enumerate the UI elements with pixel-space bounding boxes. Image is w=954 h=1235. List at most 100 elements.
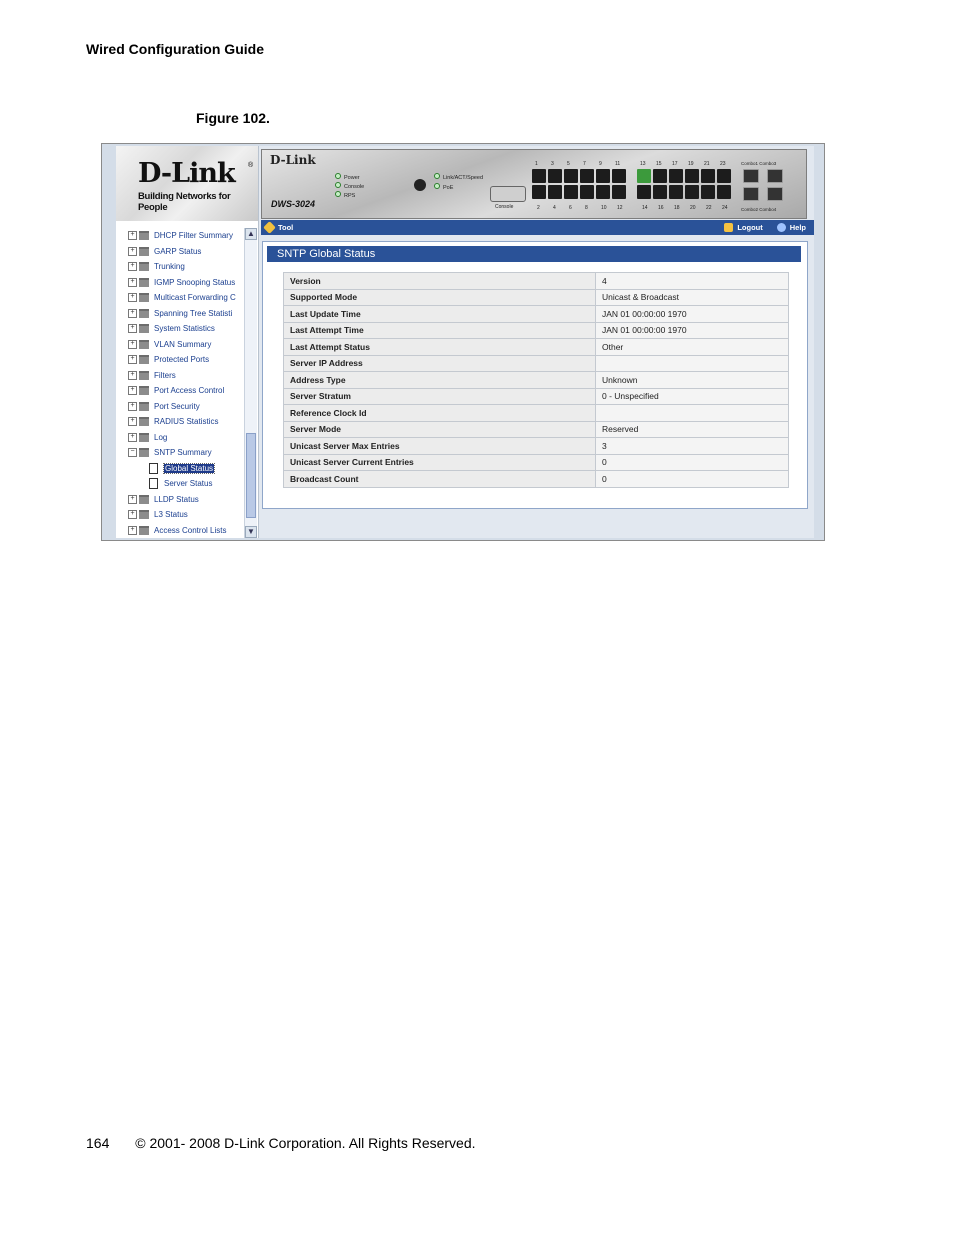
expand-icon[interactable]: + [128,370,137,380]
tree-item-igmp-snooping-status[interactable]: + IGMP Snooping Status [116,275,244,291]
logout-icon[interactable] [724,223,734,232]
sidebar-scrollbar[interactable]: ▲ ▼ [244,228,257,538]
sntp-status-table: Version 4 Supported Mode Unicast & Broadca… [283,272,789,488]
row-label: Address Type [283,371,596,389]
table-row: Server IP Address [283,354,789,372]
expand-icon[interactable]: + [128,293,137,303]
port[interactable] [685,185,699,199]
tree-item-access-control-lists[interactable]: + Access Control Lists [116,523,244,539]
expand-icon[interactable]: + [128,417,137,427]
led-label: RPS [344,193,356,199]
port[interactable] [548,169,562,183]
port[interactable] [701,185,715,199]
logout-button[interactable]: Logout [737,223,762,232]
tree-item-filters[interactable]: + Filters [116,368,244,384]
chevron-up-icon[interactable]: ▲ [245,228,257,240]
tree-item-radius-statistics[interactable]: + RADIUS Statistics [116,414,244,430]
expand-icon[interactable]: + [128,246,137,256]
port[interactable] [637,185,651,199]
port[interactable] [580,169,594,183]
tree-item-dhcp-filter-summary[interactable]: + DHCP Filter Summary [116,228,244,244]
tree-item-label-selected: Global Status [162,462,216,474]
combo-port[interactable] [767,169,783,183]
expand-icon[interactable]: + [128,324,137,334]
page-icon [149,462,158,474]
expand-icon[interactable]: + [128,308,137,318]
combo-port[interactable] [767,187,783,201]
tool-menu-button[interactable]: Tool [263,221,293,234]
scroll-thumb[interactable] [246,433,256,518]
help-button[interactable]: Help [790,223,806,232]
tree-item-sntp-summary[interactable]: − SNTP Summary [116,445,244,461]
tree-item-garp-status[interactable]: + GARP Status [116,244,244,260]
port[interactable] [564,169,578,183]
expand-icon[interactable]: + [128,386,137,396]
port[interactable] [596,185,610,199]
toolbar-actions: Logout Help [724,223,806,232]
port[interactable] [717,169,731,183]
tree-item-spanning-tree-statistics[interactable]: + Spanning Tree Statisti [116,306,244,322]
tree-item-global-status[interactable]: Global Status [116,461,244,477]
tree-item-port-access-control[interactable]: + Port Access Control [116,383,244,399]
port-number: 8 [585,205,588,211]
combo-port[interactable] [743,187,759,201]
tree-item-l3-status[interactable]: + L3 Status [116,507,244,523]
led-label: PoE [443,185,454,191]
expand-icon[interactable]: + [128,277,137,287]
document-header: Wired Configuration Guide [86,41,264,57]
port-number: 12 [617,205,623,211]
port[interactable] [653,169,667,183]
port-number: 19 [688,161,694,167]
tree-item-protected-ports[interactable]: + Protected Ports [116,352,244,368]
expand-icon[interactable]: + [128,525,137,535]
expand-icon[interactable]: + [128,432,137,442]
page-icon [149,478,158,490]
port[interactable] [532,169,546,183]
chevron-down-icon[interactable]: ▼ [245,526,257,538]
port[interactable] [717,185,731,199]
row-label: Server Stratum [283,387,596,405]
port[interactable] [612,169,626,183]
tree-item-port-security[interactable]: + Port Security [116,399,244,415]
folder-icon [139,293,149,303]
web-ui: D-Link ® Building Networks for People + D… [116,146,814,538]
port[interactable] [532,185,546,199]
tree-item-system-statistics[interactable]: + System Statistics [116,321,244,337]
tree-item-lldp-status[interactable]: + LLDP Status [116,492,244,508]
expand-icon[interactable]: + [128,494,137,504]
tree-item-vlan-summary[interactable]: + VLAN Summary [116,337,244,353]
expand-icon[interactable]: + [128,231,137,241]
port[interactable] [653,185,667,199]
help-icon[interactable] [776,223,786,232]
combo-port[interactable] [743,169,759,183]
port[interactable] [548,185,562,199]
tree-item-trunking[interactable]: + Trunking [116,259,244,275]
screenshot-figure: D-Link ® Building Networks for People + D… [101,143,825,541]
expand-icon[interactable]: + [128,262,137,272]
port[interactable] [564,185,578,199]
port[interactable] [669,185,683,199]
port[interactable] [612,185,626,199]
tree-item-server-status[interactable]: Server Status [116,476,244,492]
folder-icon [139,386,149,396]
expand-icon[interactable]: + [128,339,137,349]
row-label: Supported Mode [283,288,596,306]
port[interactable] [685,169,699,183]
port[interactable] [669,169,683,183]
sidebar: D-Link ® Building Networks for People + D… [116,146,259,538]
port[interactable] [580,185,594,199]
port[interactable] [596,169,610,183]
port-numbers-bottom-right: 14 16 18 20 22 24 [642,205,738,211]
tree-item-label: Access Control Lists [154,525,227,535]
port[interactable] [701,169,715,183]
tree-item-log[interactable]: + Log [116,430,244,446]
expand-icon[interactable]: + [128,355,137,365]
tree-item-label: L3 Status [154,510,188,520]
port-active[interactable] [637,169,651,183]
collapse-icon[interactable]: − [128,448,137,458]
tree-item-multicast-forwarding[interactable]: + Multicast Forwarding C [116,290,244,306]
expand-icon[interactable]: + [128,510,137,520]
port-number: 9 [599,161,602,167]
table-row: Last Attempt Status Other [283,338,789,356]
expand-icon[interactable]: + [128,401,137,411]
